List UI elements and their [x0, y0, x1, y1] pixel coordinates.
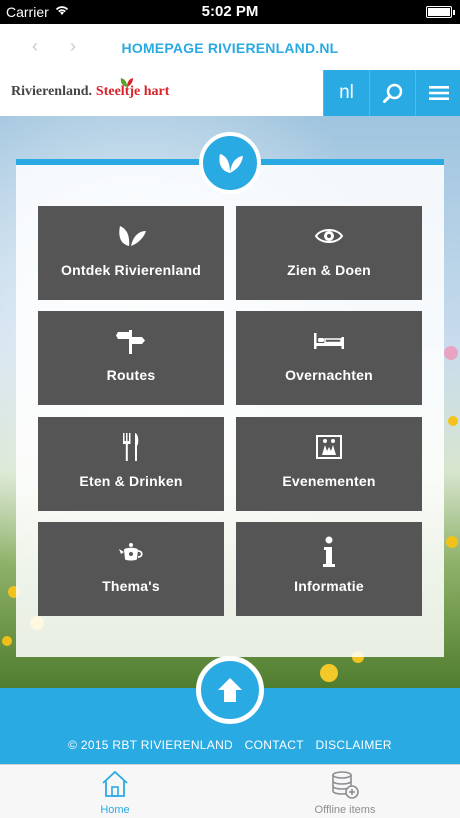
- hamburger-menu-icon: [428, 86, 449, 100]
- logo-leaf-icon: [120, 78, 133, 87]
- tab-home[interactable]: Home: [0, 765, 230, 818]
- tile-label: Ontdek Rivierenland: [61, 262, 201, 278]
- contact-link[interactable]: CONTACT: [245, 738, 304, 752]
- search-button[interactable]: [369, 70, 415, 116]
- tile-label: Evenementen: [282, 473, 376, 489]
- copyright-text: © 2015 RBT RIVIERENLAND: [68, 738, 234, 752]
- arrow-up-icon: [218, 678, 242, 702]
- tile-label: Overnachten: [285, 367, 373, 383]
- site-logo[interactable]: Rivierenland. Steeltje hart: [11, 82, 169, 100]
- language-button[interactable]: nl: [323, 70, 369, 116]
- leaf-icon: [219, 154, 243, 173]
- tab-offline-items[interactable]: Offline items: [230, 765, 460, 818]
- tile-label: Zien & Doen: [287, 262, 371, 278]
- signpost-icon: [116, 330, 145, 354]
- events-icon: [316, 435, 342, 459]
- site-header: Rivierenland. Steeltje hart nl: [0, 70, 460, 116]
- eye-icon: [314, 229, 344, 243]
- home-icon: [102, 770, 128, 797]
- cutlery-icon: [123, 433, 139, 461]
- tile-overnachten[interactable]: Overnachten: [236, 311, 422, 405]
- status-bar: Carrier 5:02 PM: [0, 0, 460, 24]
- logo-brand: Rivierenland.: [11, 84, 93, 99]
- tile-routes[interactable]: Routes: [38, 311, 224, 405]
- footer-links: © 2015 RBT RIVIERENLAND CONTACT DISCLAIM…: [0, 738, 460, 752]
- tile-label: Thema's: [102, 578, 160, 594]
- tile-label: Routes: [106, 367, 156, 383]
- tile-label: Informatie: [294, 578, 364, 594]
- battery-icon: [426, 6, 455, 18]
- clock: 5:02 PM: [201, 3, 259, 20]
- tile-informatie[interactable]: Informatie: [236, 522, 422, 616]
- tile-evenementen[interactable]: Evenementen: [236, 417, 422, 511]
- tile-zien-doen[interactable]: Zien & Doen: [236, 206, 422, 300]
- info-icon: [323, 536, 335, 567]
- browser-nav-bar: ‹ › HOMEPAGE RIVIERENLAND.NL: [0, 24, 460, 70]
- panel-leaf-badge: [199, 132, 261, 194]
- disclaimer-link[interactable]: DISCLAIMER: [316, 738, 392, 752]
- tab-home-label: Home: [100, 804, 130, 816]
- search-icon: [382, 83, 402, 103]
- tile-themas[interactable]: Thema's: [38, 522, 224, 616]
- page-title: HOMEPAGE RIVIERENLAND.NL: [121, 40, 339, 56]
- bed-icon: [314, 333, 344, 349]
- tile-ontdek-rivierenland[interactable]: Ontdek Rivierenland: [38, 206, 224, 300]
- leaf-icon: [119, 226, 146, 246]
- teapot-icon: [119, 543, 143, 561]
- database-icon: [332, 771, 359, 799]
- tile-eten-drinken[interactable]: Eten & Drinken: [38, 417, 224, 511]
- tab-bar: Home Offline items: [0, 764, 460, 818]
- scroll-to-top-button[interactable]: [196, 656, 264, 724]
- tab-offline-label: Offline items: [314, 804, 376, 816]
- tile-label: Eten & Drinken: [79, 473, 183, 489]
- menu-button[interactable]: [415, 70, 460, 116]
